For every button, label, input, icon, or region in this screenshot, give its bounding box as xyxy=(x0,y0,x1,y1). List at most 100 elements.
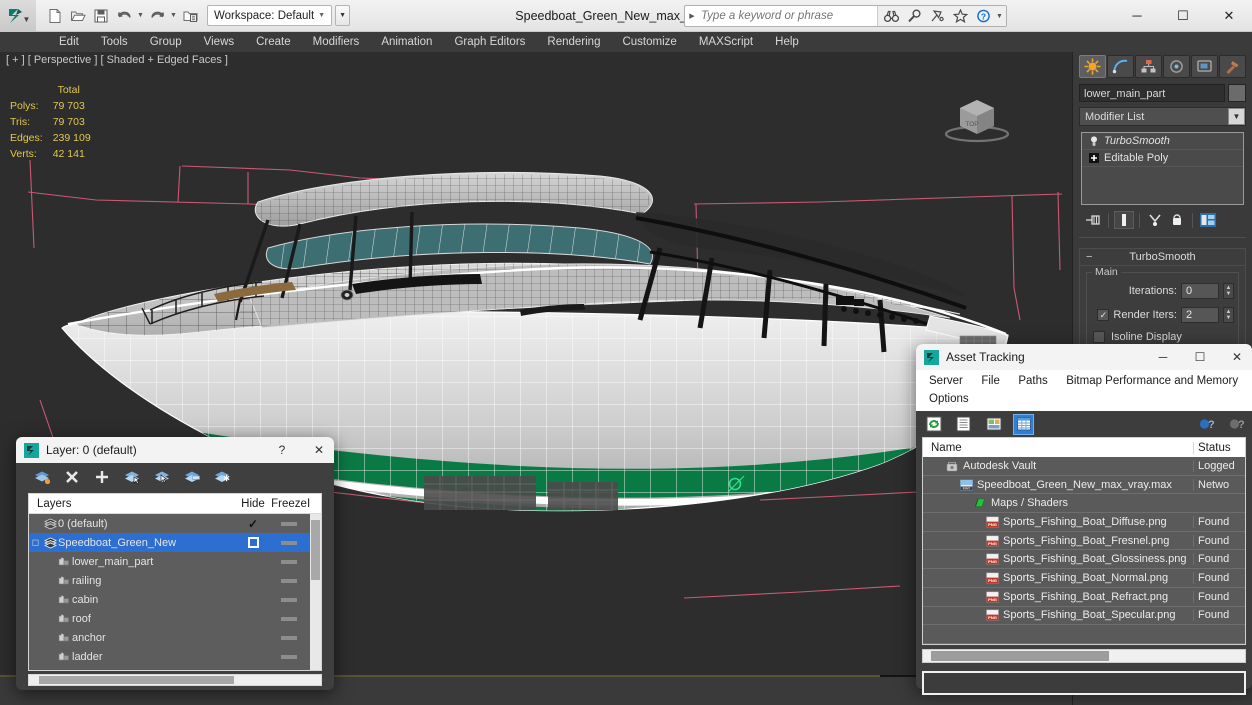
scrollbar-thumb[interactable] xyxy=(39,676,234,684)
make-unique-icon[interactable] xyxy=(1145,211,1165,229)
help-blue-icon[interactable]: ? xyxy=(1197,415,1216,434)
asset-minimize-button[interactable]: ─ xyxy=(1148,344,1178,370)
layer-help-button[interactable]: ? xyxy=(267,437,297,463)
redo-dropdown-caret-icon[interactable]: ▼ xyxy=(169,12,178,19)
layer-current-check[interactable] xyxy=(235,537,271,548)
configure-modifier-sets-icon[interactable] xyxy=(1198,211,1218,229)
menu-animation[interactable]: Animation xyxy=(370,34,443,50)
undo-icon[interactable] xyxy=(113,5,135,27)
menu-help[interactable]: Help xyxy=(764,34,810,50)
isoline-display-checkbox[interactable] xyxy=(1093,331,1105,343)
save-file-icon[interactable] xyxy=(90,5,112,27)
rollout-collapse-icon[interactable]: − xyxy=(1086,251,1092,263)
layer-close-button[interactable]: ✕ xyxy=(304,437,334,463)
column-status[interactable]: Status xyxy=(1193,441,1245,454)
asset-menu-file[interactable]: File xyxy=(974,372,1007,390)
layer-row-lower-main-part[interactable]: lower_main_part xyxy=(29,552,321,571)
create-tab[interactable] xyxy=(1079,55,1106,78)
layer-row-default[interactable]: 0 (default) ✓ xyxy=(29,514,321,533)
render-iters-checkbox[interactable]: ✓ xyxy=(1097,309,1110,321)
project-folder-icon[interactable] xyxy=(179,5,201,27)
asset-row-max-file[interactable]: MAX Speedboat_Green_New_max_vray.max Net… xyxy=(923,476,1245,495)
layer-rows[interactable]: 0 (default) ✓ ◻ Speedboat_Green_New lowe… xyxy=(29,514,321,670)
layer-row-ladder[interactable]: ladder xyxy=(29,647,321,666)
binoculars-icon[interactable] xyxy=(880,6,902,26)
layer-row-speedboat[interactable]: ◻ Speedboat_Green_New xyxy=(29,533,321,552)
column-name[interactable]: Name xyxy=(923,442,1193,454)
magnifier-icon[interactable] xyxy=(903,6,925,26)
workspace-dropdown-button[interactable]: ▼ xyxy=(335,5,351,26)
layer-list-horizontal-scrollbar[interactable] xyxy=(28,674,322,686)
thumbnail-view-icon[interactable] xyxy=(984,415,1003,434)
open-file-icon[interactable] xyxy=(67,5,89,27)
asset-menu-bitmap-performance[interactable]: Bitmap Performance and Memory xyxy=(1059,372,1245,390)
layer-hide-toggle[interactable] xyxy=(271,654,307,659)
layer-hide-toggle[interactable] xyxy=(271,616,307,621)
highlight-selected-objects-layers-icon[interactable] xyxy=(152,467,172,487)
layer-hide-toggle[interactable] xyxy=(271,521,307,526)
utilities-tab[interactable] xyxy=(1219,55,1246,78)
column-freeze[interactable]: Freeze xyxy=(271,498,307,510)
remove-modifier-icon[interactable] xyxy=(1167,211,1187,229)
workspace-selector[interactable]: Workspace: Default ▼ xyxy=(207,5,333,26)
menu-maxscript[interactable]: MAXScript xyxy=(688,34,764,50)
asset-menu-server[interactable]: Server xyxy=(922,372,970,390)
rollout-header[interactable]: − TurboSmooth xyxy=(1080,249,1245,266)
asset-row-refract[interactable]: PNG Sports_Fishing_Boat_Refract.png Foun… xyxy=(923,588,1245,607)
help-gray-icon[interactable]: ? xyxy=(1227,415,1246,434)
new-file-icon[interactable] xyxy=(44,5,66,27)
redo-icon[interactable] xyxy=(146,5,168,27)
asset-list[interactable]: Name Status Autodesk Vault Logged MAX Sp… xyxy=(922,437,1246,645)
column-i[interactable]: I xyxy=(307,498,321,510)
layer-hide-toggle[interactable] xyxy=(271,635,307,640)
create-new-layer-icon[interactable] xyxy=(32,467,52,487)
asset-row-diffuse[interactable]: PNG Sports_Fishing_Boat_Diffuse.png Foun… xyxy=(923,513,1245,532)
menu-group[interactable]: Group xyxy=(139,34,193,50)
layer-list-vertical-scrollbar[interactable] xyxy=(310,514,321,670)
viewcube-widget[interactable]: TOP xyxy=(940,90,1014,144)
iterations-spinner[interactable]: ▲ ▼ xyxy=(1223,283,1234,299)
close-button[interactable]: ✕ xyxy=(1206,0,1252,31)
menu-create[interactable]: Create xyxy=(245,34,302,50)
asset-row-specular[interactable]: PNG Sports_Fishing_Boat_Specular.png Fou… xyxy=(923,607,1245,626)
layer-hide-toggle[interactable] xyxy=(271,559,307,564)
layer-hide-toggle[interactable] xyxy=(271,597,307,602)
pin-stack-icon[interactable] xyxy=(1083,211,1103,229)
modifier-stack[interactable]: TurboSmooth Editable Poly xyxy=(1081,132,1244,205)
asset-row-maps-shaders[interactable]: Maps / Shaders xyxy=(923,494,1245,514)
layer-current-check[interactable]: ✓ xyxy=(235,517,271,531)
search-box[interactable]: ▶ ? ▼ xyxy=(684,5,1007,27)
layer-row-roof[interactable]: roof xyxy=(29,609,321,628)
layer-window-titlebar[interactable]: Layer: 0 (default) ? ✕ xyxy=(16,437,334,463)
modifier-stack-item-editable-poly[interactable]: Editable Poly xyxy=(1082,150,1243,167)
asset-row-glossiness[interactable]: PNG Sports_Fishing_Boat_Glossiness.png F… xyxy=(923,550,1245,570)
object-color-swatch[interactable] xyxy=(1228,84,1246,102)
expand-collapse-icon[interactable]: ◻ xyxy=(29,537,42,548)
asset-menu-paths[interactable]: Paths xyxy=(1011,372,1054,390)
menu-edit[interactable]: Edit xyxy=(48,34,90,50)
help-icon[interactable]: ? xyxy=(972,6,994,26)
show-end-result-icon[interactable] xyxy=(1114,211,1134,229)
search-input[interactable] xyxy=(699,6,877,26)
menu-rendering[interactable]: Rendering xyxy=(536,34,611,50)
add-selected-objects-to-highlighted-layer-icon[interactable] xyxy=(92,467,112,487)
star-icon[interactable] xyxy=(949,6,971,26)
display-tab[interactable] xyxy=(1191,55,1218,78)
hide-unhide-all-layers-icon[interactable] xyxy=(182,467,202,487)
asset-menu-options[interactable]: Options xyxy=(922,390,1252,408)
layer-hide-toggle[interactable] xyxy=(271,540,307,545)
maximize-button[interactable]: ☐ xyxy=(1160,0,1206,31)
asset-row-normal[interactable]: PNG Sports_Fishing_Boat_Normal.png Found xyxy=(923,569,1245,588)
layer-window[interactable]: Layer: 0 (default) ? ✕ Layers Hide Freez… xyxy=(16,437,334,690)
list-view-icon[interactable] xyxy=(954,415,973,434)
asset-list-horizontal-scrollbar[interactable] xyxy=(922,649,1246,663)
menu-graph-editors[interactable]: Graph Editors xyxy=(443,34,536,50)
menu-views[interactable]: Views xyxy=(193,34,245,50)
search-expand-caret-icon[interactable]: ▶ xyxy=(685,12,699,20)
help-dropdown-caret-icon[interactable]: ▼ xyxy=(995,13,1004,20)
asset-window-titlebar[interactable]: Asset Tracking ─ ☐ ✕ xyxy=(916,344,1252,370)
menu-customize[interactable]: Customize xyxy=(611,34,687,50)
minimize-button[interactable]: ─ xyxy=(1114,0,1160,31)
scrollbar-thumb[interactable] xyxy=(931,651,1109,661)
grid-view-icon[interactable] xyxy=(1013,413,1034,435)
